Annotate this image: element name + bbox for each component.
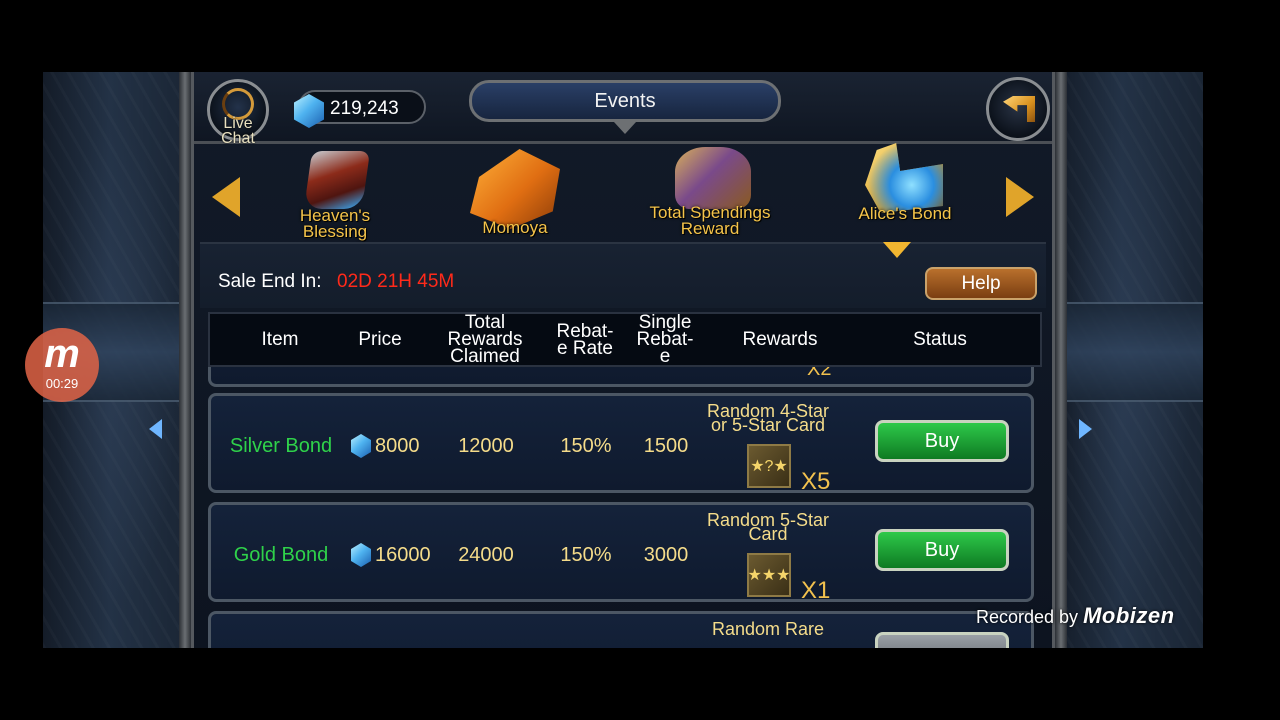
live-chat-label-line2: Chat bbox=[221, 130, 255, 147]
total-rewards-value: 24000 bbox=[458, 543, 514, 566]
gem-chest-icon bbox=[865, 143, 943, 213]
reward-quantity: X2 bbox=[807, 367, 832, 380]
sale-end-timer: 02D 21H 45M bbox=[337, 271, 455, 292]
event-tab-total-spendings[interactable]: Total Spendings Reward bbox=[630, 147, 790, 239]
event-tab-label: Alice's Bond bbox=[858, 204, 952, 223]
treasure-pile-icon bbox=[675, 147, 751, 209]
carousel-next-arrow-icon[interactable] bbox=[1006, 177, 1034, 217]
event-carousel: Heaven's Blessing Momoya Total Spendings… bbox=[200, 143, 1046, 243]
header-total-rewards: Total Rewards Claimed bbox=[447, 312, 523, 367]
title-notch-ornament bbox=[614, 122, 636, 134]
reward-text: Random 4-Star or 5-Star Card bbox=[706, 401, 830, 435]
gem-balance: 219,243 bbox=[294, 90, 426, 128]
reward-quantity: X5 bbox=[801, 468, 831, 495]
event-tab-label-line2: Blessing bbox=[302, 222, 368, 241]
header-single-rebate: Single Rebat-e bbox=[636, 312, 694, 367]
live-chat-label: Live Chat bbox=[210, 116, 266, 147]
top-bar: Live Chat 219,243 Events bbox=[194, 72, 1052, 147]
events-window: Live Chat 219,243 Events Heaven's Blessi… bbox=[191, 72, 1055, 648]
recorded-by-label: Recorded by bbox=[976, 607, 1079, 627]
event-tab-label: Total Spendings Reward bbox=[630, 204, 790, 238]
back-arrow-icon bbox=[1003, 96, 1035, 122]
table-row: Gold Bond 16000 24000 150% 3000 Random 5… bbox=[208, 502, 1034, 605]
recorder-brand: Mobizen bbox=[1083, 603, 1175, 628]
price-cell: 16000 bbox=[351, 505, 431, 605]
left-glow-arrow-icon bbox=[149, 419, 162, 439]
price-value: 8000 bbox=[375, 434, 420, 457]
recorder-timer: 00:29 bbox=[45, 376, 79, 391]
armored-boot-icon bbox=[303, 151, 371, 209]
event-tab-label-line2: Reward bbox=[680, 219, 740, 238]
recorder-badge[interactable]: m 00:29 bbox=[25, 328, 99, 402]
header-price: Price bbox=[358, 329, 402, 350]
gem-icon bbox=[351, 543, 371, 567]
recorder-logo-icon: m bbox=[44, 332, 80, 376]
mystery-card-icon[interactable]: ★?★ bbox=[747, 444, 791, 488]
reward-quantity: X1 bbox=[801, 577, 831, 604]
reward-cell: Random Rare bbox=[693, 619, 843, 639]
gem-icon bbox=[351, 434, 371, 458]
carousel-prev-arrow-icon[interactable] bbox=[212, 177, 240, 217]
gem-count: 219,243 bbox=[330, 98, 399, 119]
reward-text: Random Rare bbox=[711, 619, 825, 639]
table-row: Silver Bond 8000 12000 150% 1500 Random … bbox=[208, 393, 1034, 496]
bond-table-body[interactable]: X2 Silver Bond 8000 12000 150% 1500 Rand… bbox=[208, 367, 1042, 648]
buy-button[interactable]: Buy bbox=[875, 420, 1009, 462]
event-tab-label: Momoya bbox=[482, 218, 548, 237]
table-header: Item Price Total Rewards Claimed Rebat-e R… bbox=[208, 312, 1042, 367]
price-value: 16000 bbox=[375, 543, 431, 566]
help-button[interactable]: Help bbox=[925, 267, 1037, 300]
item-name: Silver Bond bbox=[229, 434, 333, 457]
header-status: Status bbox=[913, 329, 967, 350]
gem-icon bbox=[294, 94, 324, 128]
sale-end-label: Sale End In: bbox=[218, 271, 322, 292]
right-glow-arrow-icon bbox=[1079, 419, 1092, 439]
buy-button[interactable]: Buy bbox=[875, 529, 1009, 571]
page-title-plate: Events bbox=[469, 80, 781, 122]
reward-cell: Random 5-Star Card ★★★ X1 bbox=[693, 510, 843, 604]
table-row: Random Rare bbox=[208, 611, 1034, 648]
event-tab-alices-bond[interactable]: Alice's Bond bbox=[845, 143, 965, 239]
header-rewards: Rewards bbox=[742, 329, 818, 350]
total-rewards-value: 12000 bbox=[458, 434, 514, 457]
event-tab-label: Heaven's Blessing bbox=[280, 207, 390, 241]
gift-box-icon bbox=[470, 149, 560, 229]
right-ornament-panel bbox=[1055, 72, 1203, 648]
item-name: Gold Bond bbox=[233, 543, 329, 566]
reward-cell: Random 4-Star or 5-Star Card ★?★ X5 bbox=[693, 401, 843, 495]
event-tab-momoya[interactable]: Momoya bbox=[455, 147, 575, 239]
header-rebate-rate: Rebat-e Rate bbox=[556, 320, 614, 359]
reward-text: Random 5-Star Card bbox=[706, 510, 830, 544]
live-chat-button[interactable]: Live Chat bbox=[207, 79, 269, 147]
back-button[interactable] bbox=[986, 77, 1050, 141]
event-tab-heavens-blessing[interactable]: Heaven's Blessing bbox=[280, 147, 390, 241]
right-ornament-band bbox=[1055, 302, 1203, 402]
page-title: Events bbox=[594, 90, 656, 112]
star-card-icon[interactable]: ★★★ bbox=[747, 553, 791, 597]
right-pillar bbox=[1055, 72, 1067, 648]
header-item: Item bbox=[261, 329, 299, 350]
recorded-by-watermark: Recorded by Mobizen bbox=[976, 603, 1175, 629]
buy-button[interactable] bbox=[875, 632, 1009, 648]
table-row: X2 bbox=[208, 367, 1034, 387]
price-cell: 8000 bbox=[351, 396, 431, 496]
sale-strip: Sale End In: 02D 21H 45M Help bbox=[200, 242, 1046, 308]
left-pillar bbox=[179, 72, 191, 648]
